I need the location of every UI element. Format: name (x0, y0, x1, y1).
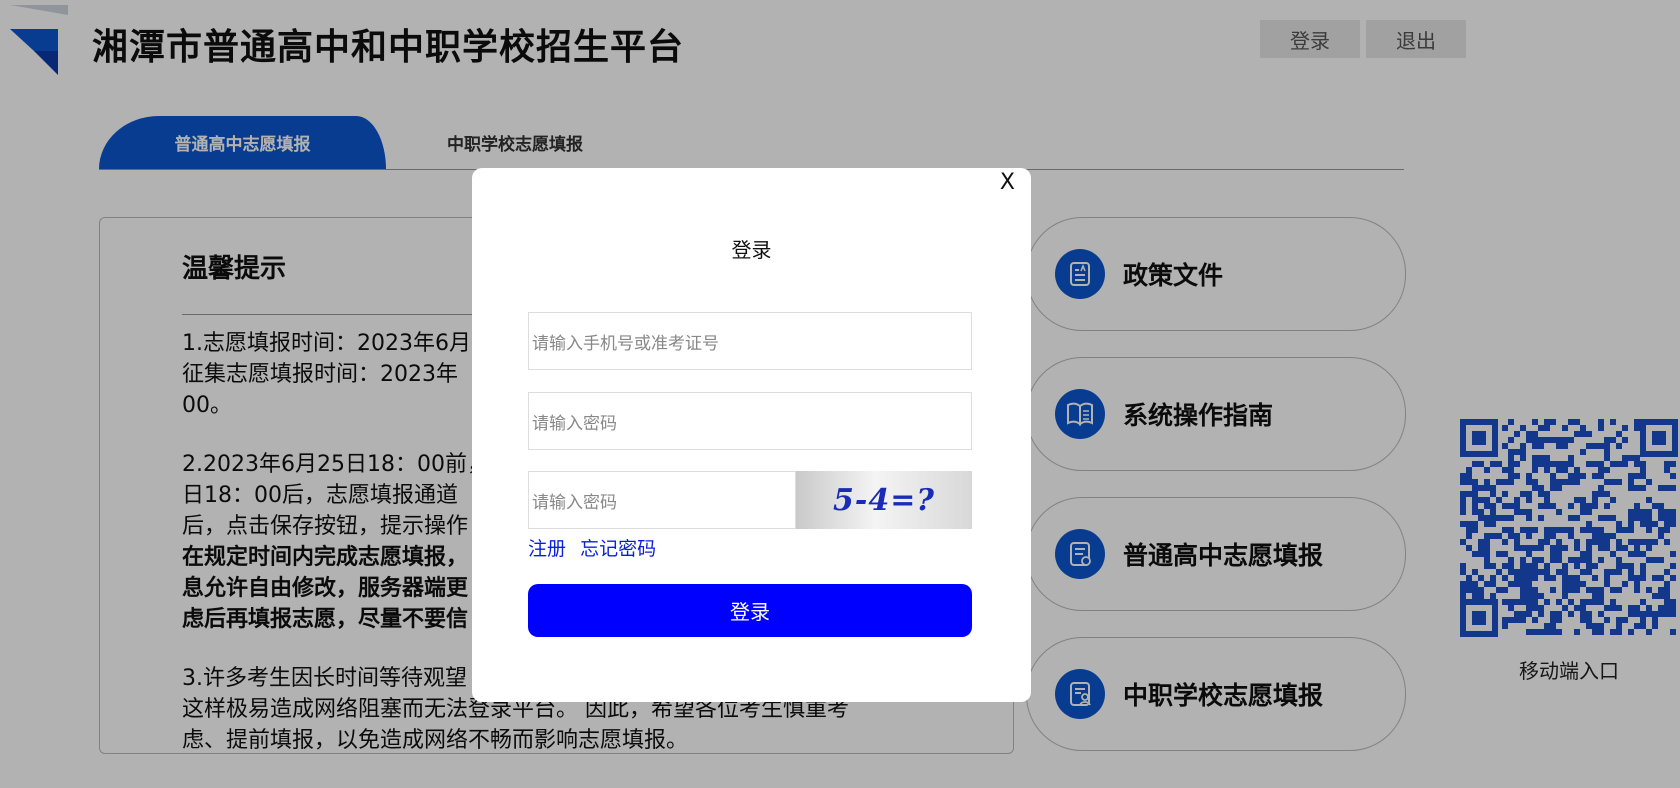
captcha-input[interactable]: 请输入密码 (528, 471, 796, 529)
auth-links: 注册 忘记密码 (528, 534, 664, 561)
close-button[interactable]: X (1000, 170, 1015, 195)
register-link[interactable]: 注册 (528, 538, 566, 560)
captcha-image[interactable]: 5-4=? (796, 471, 972, 529)
password-input[interactable]: 请输入密码 (528, 392, 972, 450)
page: 湘潭市普通高中和中职学校招生平台 登录 退出 普通高中志愿填报 中职学校志愿填报… (0, 0, 1680, 788)
login-submit-button[interactable]: 登录 (528, 584, 972, 637)
username-input[interactable]: 请输入手机号或准考证号 (528, 312, 972, 370)
modal-title: 登录 (731, 238, 772, 262)
captcha-text: 5-4=? (833, 482, 935, 518)
login-modal: X 登录 请输入手机号或准考证号 请输入密码 请输入密码 5-4=? 注册 忘记… (472, 168, 1031, 702)
forgot-password-link[interactable]: 忘记密码 (580, 538, 656, 560)
